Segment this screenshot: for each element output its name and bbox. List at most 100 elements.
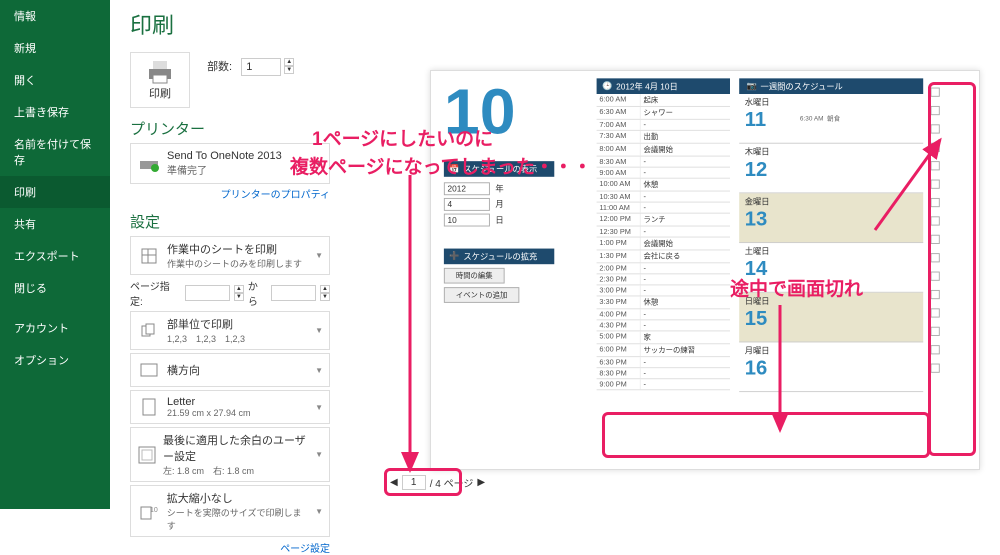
preview-month-input: 4 <box>444 198 490 211</box>
plus-icon: ➕ <box>449 251 459 261</box>
preview-day-input: 10 <box>444 214 490 227</box>
chevron-down-icon: ▼ <box>315 326 323 335</box>
landscape-icon <box>137 358 161 382</box>
sidebar-item-info[interactable]: 情報 <box>0 0 110 32</box>
chevron-down-icon: ▼ <box>315 251 323 260</box>
schedule-row: 10:00 AM休憩 <box>597 179 730 192</box>
sidebar-item-new[interactable]: 新規 <box>0 32 110 64</box>
page-title: 印刷 <box>130 8 980 40</box>
page-setup-link[interactable]: ページ設定 <box>130 540 330 555</box>
schedule-row: 8:30 PM- <box>597 368 730 379</box>
schedule-row: 4:30 PM- <box>597 320 730 331</box>
sidebar-item-print[interactable]: 印刷 <box>0 176 110 208</box>
preview-pager: ◀ 1 / 4 ページ ▶ <box>390 475 485 490</box>
schedule-row: 2:30 PM- <box>597 274 730 285</box>
backstage-sidebar: 情報 新規 開く 上書き保存 名前を付けて保存 印刷 共有 エクスポート 閉じる… <box>0 0 110 509</box>
schedule-row: 6:00 PMサッカーの練習 <box>597 344 730 357</box>
page-range-row: ページ指定: ▲▼ から ▲▼ <box>130 278 330 308</box>
week-day: 月曜日16 <box>739 342 923 392</box>
sidebar-item-options[interactable]: オプション <box>0 344 110 376</box>
copies-label: 部数: <box>207 61 232 73</box>
schedule-row: 12:30 PM- <box>597 226 730 237</box>
preview-week-schedule: 📷一週間のスケジュール 水曜日116:30 AM 朝食木曜日12金曜日13土曜日… <box>739 78 923 392</box>
preview-day-schedule: 🕒2012年 4月 10日 6:00 AM起床6:30 AMシャワー7:00 A… <box>597 78 730 390</box>
pager-prev-button[interactable]: ◀ <box>390 477 398 488</box>
setting-print-active-sheets[interactable]: 作業中のシートを印刷作業中のシートのみを印刷します ▼ <box>130 236 330 275</box>
page-from-spin[interactable]: ▲▼ <box>234 285 244 301</box>
sidebar-item-saveas[interactable]: 名前を付けて保存 <box>0 128 110 176</box>
pager-next-button[interactable]: ▶ <box>477 477 485 488</box>
chevron-down-icon: ▼ <box>315 450 323 459</box>
printer-name: Send To OneNote 2013 <box>167 150 282 162</box>
schedule-row: 7:30 AM出勤 <box>597 131 730 144</box>
preview-add-event-button: イベントの追加 <box>444 287 519 303</box>
schedule-row: 6:30 AMシャワー <box>597 107 730 120</box>
schedule-row: 3:00 PM- <box>597 285 730 296</box>
print-button[interactable]: 印刷 <box>130 52 190 108</box>
clock-icon: 🕒 <box>602 81 612 91</box>
setting-margins[interactable]: 最後に適用した余白のユーザー設定左: 1.8 cm 右: 1.8 cm ▼ <box>130 427 330 482</box>
print-preview: 10 📅スケジュールの表示 2012年 4月 10日 ➕スケジュールの拡充 時間… <box>430 70 980 470</box>
week-day: 土曜日14 <box>739 243 923 293</box>
schedule-row: 9:00 AM- <box>597 168 730 179</box>
sheet-icon <box>137 244 161 268</box>
chevron-down-icon: ▼ <box>315 403 323 412</box>
pager-current-input[interactable]: 1 <box>402 475 426 490</box>
preview-edit-time-button: 時間の編集 <box>444 268 505 284</box>
preview-year-input: 2012 <box>444 182 490 195</box>
chevron-down-icon: ▼ <box>315 366 323 375</box>
sidebar-item-save[interactable]: 上書き保存 <box>0 96 110 128</box>
scaling-icon: 100 <box>137 499 161 523</box>
schedule-row: 6:00 AM起床 <box>597 94 730 107</box>
sidebar-item-close[interactable]: 閉じる <box>0 272 110 304</box>
week-day: 日曜日15 <box>739 293 923 343</box>
printer-status-icon <box>137 152 161 176</box>
collate-icon <box>137 319 161 343</box>
sidebar-item-export[interactable]: エクスポート <box>0 240 110 272</box>
printer-icon <box>145 59 175 85</box>
checkbox <box>931 88 940 97</box>
svg-text:100: 100 <box>150 507 158 514</box>
chevron-down-icon: ▼ <box>315 507 323 516</box>
chevron-down-icon: ▼ <box>315 159 323 168</box>
preview-schedule-expand-header: ➕スケジュールの拡充 <box>444 249 554 265</box>
printer-status: 準備完了 <box>167 162 282 177</box>
page-from-input[interactable] <box>185 285 230 301</box>
page-to-spin[interactable]: ▲▼ <box>320 285 330 301</box>
calendar-icon: 📅 <box>449 164 459 174</box>
sidebar-item-account[interactable]: アカウント <box>0 312 110 344</box>
setting-collate[interactable]: 部単位で印刷1,2,3 1,2,3 1,2,3 ▼ <box>130 311 330 350</box>
sidebar-item-open[interactable]: 開く <box>0 64 110 96</box>
schedule-row: 3:30 PM休憩 <box>597 296 730 309</box>
margins-icon <box>137 443 157 467</box>
schedule-row: 7:00 AM- <box>597 120 730 131</box>
setting-paper-size[interactable]: Letter21.59 cm x 27.94 cm ▼ <box>130 390 330 424</box>
schedule-row: 12:00 PMランチ <box>597 214 730 227</box>
week-day: 水曜日116:30 AM 朝食 <box>739 94 923 144</box>
sidebar-item-share[interactable]: 共有 <box>0 208 110 240</box>
schedule-row: 2:00 PM- <box>597 263 730 274</box>
pager-total: / 4 ページ <box>430 475 474 490</box>
copies-input[interactable]: 1 <box>241 58 281 76</box>
preview-schedule-display-header: 📅スケジュールの表示 <box>444 161 554 177</box>
setting-scaling[interactable]: 100 拡大縮小なしシートを実際のサイズで印刷します ▼ <box>130 485 330 537</box>
paper-icon <box>137 395 161 419</box>
print-button-label: 印刷 <box>145 85 175 101</box>
week-day: 木曜日12 <box>739 144 923 194</box>
schedule-row: 11:00 AM- <box>597 203 730 214</box>
printer-properties-link[interactable]: プリンターのプロパティ <box>130 186 330 201</box>
camera-icon: 📷 <box>747 81 757 91</box>
copies-spinner[interactable]: ▲▼ <box>284 58 294 74</box>
preview-checkbox-column <box>928 78 943 382</box>
week-day: 金曜日13 <box>739 193 923 243</box>
schedule-row: 1:30 PM会社に戻る <box>597 250 730 263</box>
printer-dropdown[interactable]: Send To OneNote 2013 準備完了 ▼ <box>130 143 330 184</box>
setting-orientation[interactable]: 横方向 ▼ <box>130 353 330 387</box>
page-to-input[interactable] <box>271 285 316 301</box>
schedule-row: 8:30 AM- <box>597 157 730 168</box>
schedule-row: 5:00 PM家 <box>597 331 730 344</box>
schedule-row: 8:00 AM会議開始 <box>597 144 730 157</box>
schedule-row: 4:00 PM- <box>597 309 730 320</box>
schedule-row: 6:30 PM- <box>597 357 730 368</box>
schedule-row: 1:00 PM会議開始 <box>597 238 730 251</box>
